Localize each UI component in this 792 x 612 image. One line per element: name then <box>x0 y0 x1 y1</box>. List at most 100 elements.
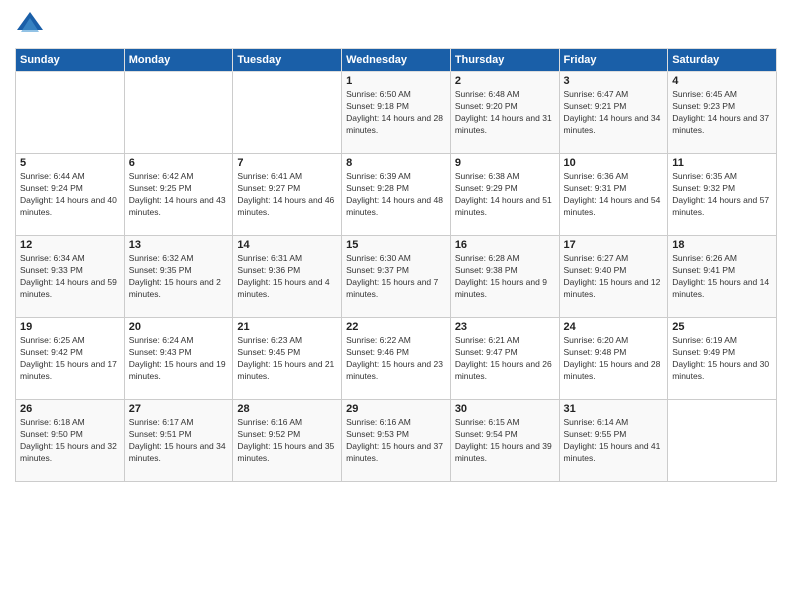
daylight-text: Daylight: 15 hours and 23 minutes. <box>346 359 443 381</box>
sunrise-text: Sunrise: 6:18 AM <box>20 417 85 427</box>
daylight-text: Daylight: 15 hours and 4 minutes. <box>237 277 329 299</box>
sunset-text: Sunset: 9:52 PM <box>237 429 300 439</box>
sunrise-text: Sunrise: 6:45 AM <box>672 89 737 99</box>
day-number: 10 <box>564 157 664 169</box>
header <box>15 10 777 40</box>
logo-icon <box>15 10 45 40</box>
day-cell: 7 Sunrise: 6:41 AM Sunset: 9:27 PM Dayli… <box>233 154 342 236</box>
sunrise-text: Sunrise: 6:27 AM <box>564 253 629 263</box>
sunset-text: Sunset: 9:53 PM <box>346 429 409 439</box>
sunset-text: Sunset: 9:21 PM <box>564 101 627 111</box>
sunset-text: Sunset: 9:25 PM <box>129 183 192 193</box>
sunrise-text: Sunrise: 6:30 AM <box>346 253 411 263</box>
sunrise-text: Sunrise: 6:38 AM <box>455 171 520 181</box>
day-number: 29 <box>346 403 446 415</box>
sunset-text: Sunset: 9:45 PM <box>237 347 300 357</box>
day-number: 26 <box>20 403 120 415</box>
day-cell: 15 Sunrise: 6:30 AM Sunset: 9:37 PM Dayl… <box>342 236 451 318</box>
day-cell: 9 Sunrise: 6:38 AM Sunset: 9:29 PM Dayli… <box>450 154 559 236</box>
daylight-text: Daylight: 14 hours and 37 minutes. <box>672 113 769 135</box>
daylight-text: Daylight: 15 hours and 7 minutes. <box>346 277 438 299</box>
sunrise-text: Sunrise: 6:22 AM <box>346 335 411 345</box>
day-cell: 11 Sunrise: 6:35 AM Sunset: 9:32 PM Dayl… <box>668 154 777 236</box>
week-row-3: 12 Sunrise: 6:34 AM Sunset: 9:33 PM Dayl… <box>16 236 777 318</box>
sunrise-text: Sunrise: 6:21 AM <box>455 335 520 345</box>
day-cell <box>124 72 233 154</box>
sunrise-text: Sunrise: 6:20 AM <box>564 335 629 345</box>
daylight-text: Daylight: 15 hours and 34 minutes. <box>129 441 226 463</box>
sunset-text: Sunset: 9:49 PM <box>672 347 735 357</box>
daylight-text: Daylight: 15 hours and 39 minutes. <box>455 441 552 463</box>
day-number: 14 <box>237 239 337 251</box>
daylight-text: Daylight: 15 hours and 35 minutes. <box>237 441 334 463</box>
day-cell: 26 Sunrise: 6:18 AM Sunset: 9:50 PM Dayl… <box>16 400 125 482</box>
day-number: 18 <box>672 239 772 251</box>
daylight-text: Daylight: 15 hours and 14 minutes. <box>672 277 769 299</box>
sunrise-text: Sunrise: 6:35 AM <box>672 171 737 181</box>
day-number: 24 <box>564 321 664 333</box>
sunset-text: Sunset: 9:51 PM <box>129 429 192 439</box>
sunrise-text: Sunrise: 6:14 AM <box>564 417 629 427</box>
day-number: 8 <box>346 157 446 169</box>
daylight-text: Daylight: 14 hours and 40 minutes. <box>20 195 117 217</box>
sunset-text: Sunset: 9:28 PM <box>346 183 409 193</box>
day-number: 25 <box>672 321 772 333</box>
sunset-text: Sunset: 9:32 PM <box>672 183 735 193</box>
header-friday: Friday <box>559 49 668 72</box>
day-cell: 31 Sunrise: 6:14 AM Sunset: 9:55 PM Dayl… <box>559 400 668 482</box>
day-cell: 28 Sunrise: 6:16 AM Sunset: 9:52 PM Dayl… <box>233 400 342 482</box>
day-number: 28 <box>237 403 337 415</box>
sunrise-text: Sunrise: 6:48 AM <box>455 89 520 99</box>
sunrise-text: Sunrise: 6:36 AM <box>564 171 629 181</box>
daylight-text: Daylight: 15 hours and 37 minutes. <box>346 441 443 463</box>
day-number: 3 <box>564 75 664 87</box>
week-row-4: 19 Sunrise: 6:25 AM Sunset: 9:42 PM Dayl… <box>16 318 777 400</box>
daylight-text: Daylight: 15 hours and 30 minutes. <box>672 359 769 381</box>
day-number: 13 <box>129 239 229 251</box>
daylight-text: Daylight: 14 hours and 34 minutes. <box>564 113 661 135</box>
header-saturday: Saturday <box>668 49 777 72</box>
daylight-text: Daylight: 14 hours and 31 minutes. <box>455 113 552 135</box>
day-number: 7 <box>237 157 337 169</box>
day-number: 17 <box>564 239 664 251</box>
day-cell: 20 Sunrise: 6:24 AM Sunset: 9:43 PM Dayl… <box>124 318 233 400</box>
week-row-5: 26 Sunrise: 6:18 AM Sunset: 9:50 PM Dayl… <box>16 400 777 482</box>
sunset-text: Sunset: 9:43 PM <box>129 347 192 357</box>
day-cell: 3 Sunrise: 6:47 AM Sunset: 9:21 PM Dayli… <box>559 72 668 154</box>
sunrise-text: Sunrise: 6:32 AM <box>129 253 194 263</box>
day-cell: 27 Sunrise: 6:17 AM Sunset: 9:51 PM Dayl… <box>124 400 233 482</box>
sunset-text: Sunset: 9:37 PM <box>346 265 409 275</box>
sunset-text: Sunset: 9:18 PM <box>346 101 409 111</box>
day-cell: 10 Sunrise: 6:36 AM Sunset: 9:31 PM Dayl… <box>559 154 668 236</box>
day-number: 9 <box>455 157 555 169</box>
daylight-text: Daylight: 14 hours and 43 minutes. <box>129 195 226 217</box>
day-number: 5 <box>20 157 120 169</box>
day-number: 30 <box>455 403 555 415</box>
sunset-text: Sunset: 9:23 PM <box>672 101 735 111</box>
header-sunday: Sunday <box>16 49 125 72</box>
day-cell: 12 Sunrise: 6:34 AM Sunset: 9:33 PM Dayl… <box>16 236 125 318</box>
sunrise-text: Sunrise: 6:39 AM <box>346 171 411 181</box>
daylight-text: Daylight: 14 hours and 28 minutes. <box>346 113 443 135</box>
day-cell: 8 Sunrise: 6:39 AM Sunset: 9:28 PM Dayli… <box>342 154 451 236</box>
sunset-text: Sunset: 9:27 PM <box>237 183 300 193</box>
sunset-text: Sunset: 9:48 PM <box>564 347 627 357</box>
sunset-text: Sunset: 9:36 PM <box>237 265 300 275</box>
daylight-text: Daylight: 15 hours and 26 minutes. <box>455 359 552 381</box>
day-cell <box>16 72 125 154</box>
day-cell: 6 Sunrise: 6:42 AM Sunset: 9:25 PM Dayli… <box>124 154 233 236</box>
week-row-2: 5 Sunrise: 6:44 AM Sunset: 9:24 PM Dayli… <box>16 154 777 236</box>
sunset-text: Sunset: 9:20 PM <box>455 101 518 111</box>
day-cell: 14 Sunrise: 6:31 AM Sunset: 9:36 PM Dayl… <box>233 236 342 318</box>
sunrise-text: Sunrise: 6:25 AM <box>20 335 85 345</box>
sunset-text: Sunset: 9:35 PM <box>129 265 192 275</box>
sunset-text: Sunset: 9:29 PM <box>455 183 518 193</box>
sunrise-text: Sunrise: 6:23 AM <box>237 335 302 345</box>
day-cell <box>233 72 342 154</box>
day-cell: 24 Sunrise: 6:20 AM Sunset: 9:48 PM Dayl… <box>559 318 668 400</box>
daylight-text: Daylight: 14 hours and 48 minutes. <box>346 195 443 217</box>
daylight-text: Daylight: 15 hours and 12 minutes. <box>564 277 661 299</box>
day-cell: 23 Sunrise: 6:21 AM Sunset: 9:47 PM Dayl… <box>450 318 559 400</box>
page: SundayMondayTuesdayWednesdayThursdayFrid… <box>0 0 792 612</box>
day-number: 20 <box>129 321 229 333</box>
